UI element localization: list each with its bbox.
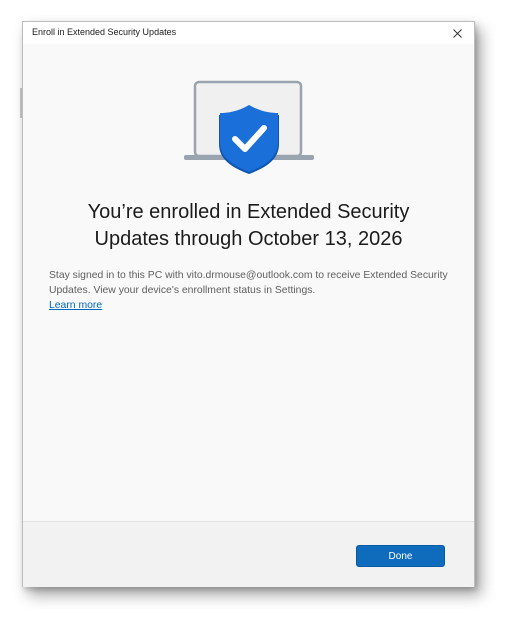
title-bar[interactable]: Enroll in Extended Security Updates: [23, 22, 474, 44]
window-title: Enroll in Extended Security Updates: [32, 27, 177, 37]
page-title: You’re enrolled in Extended Security Upd…: [23, 199, 474, 253]
learn-more-link[interactable]: Learn more: [49, 298, 102, 313]
close-button[interactable]: [446, 24, 468, 42]
description-text: Stay signed in to this PC with vito.drmo…: [49, 270, 448, 296]
done-button[interactable]: Done: [356, 545, 445, 567]
dialog-window: Enroll in Extended Security Updates You’…: [22, 21, 475, 587]
page-title-line-1: You’re enrolled in Extended Security: [87, 201, 410, 223]
laptop-shield-check-icon: [184, 80, 314, 174]
dialog-footer: Done: [23, 521, 474, 587]
page-title-line-2: Updates through October 13, 2026: [94, 228, 403, 250]
close-icon: [452, 28, 462, 38]
page: Enroll in Extended Security Updates You’…: [0, 0, 517, 630]
